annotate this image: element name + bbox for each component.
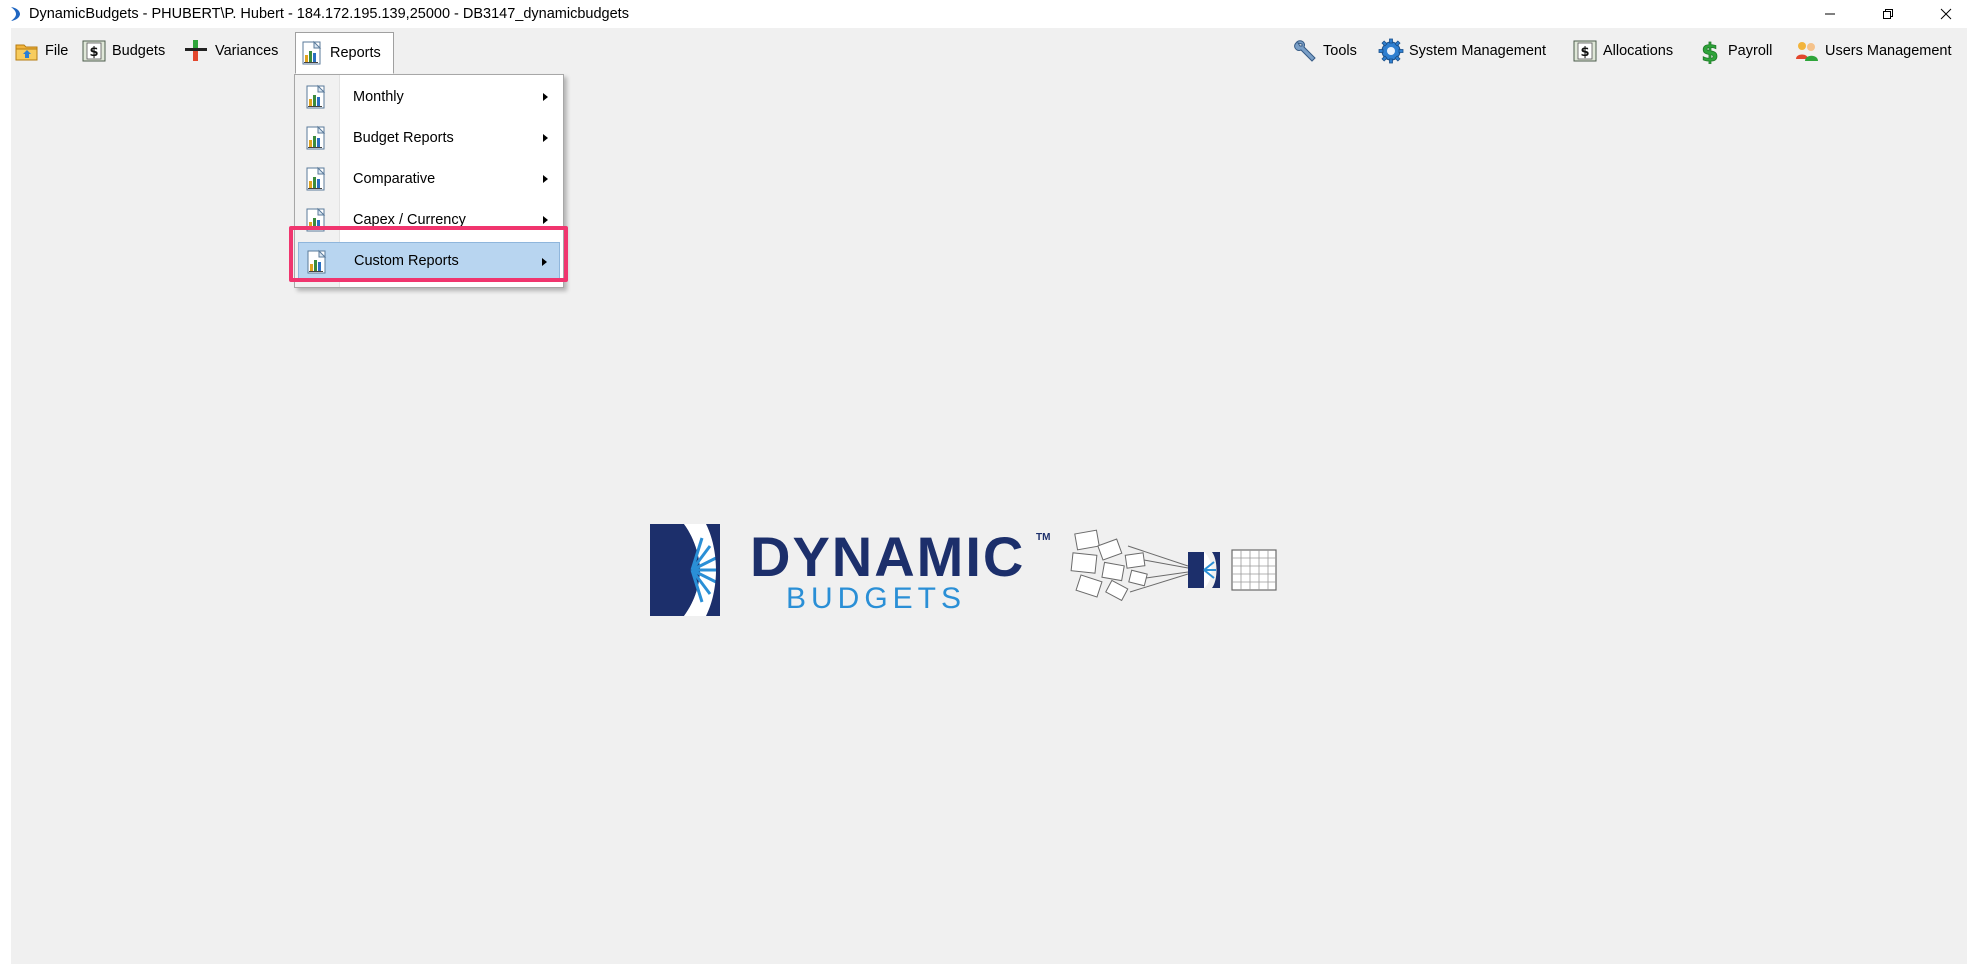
dynamic-budgets-app-icon <box>11 7 20 21</box>
svg-text:$: $ <box>1701 38 1718 64</box>
menu-reports-label: Reports <box>330 45 381 61</box>
users-icon <box>1796 42 1818 61</box>
logo-grid-sheet <box>1231 549 1277 591</box>
dollar-sheet-icon <box>81 38 107 64</box>
report-chart-icon <box>303 84 329 110</box>
report-chart-icon <box>303 166 329 192</box>
report-chart-icon <box>303 125 329 151</box>
logo-swirl-mark <box>650 524 720 616</box>
menu-item-comparative[interactable]: Comparative <box>298 160 560 198</box>
menu-variances[interactable]: Variances <box>181 34 282 68</box>
menu-users-management[interactable]: Users Management <box>1791 34 1956 68</box>
logo-budgets-text: BUDGETS <box>786 582 966 615</box>
window-title: DynamicBudgets - PHUBERT\P. Hubert - 184… <box>29 6 629 22</box>
menu-allocations[interactable]: Allocations <box>1569 34 1677 68</box>
menu-tools[interactable]: Tools <box>1289 34 1361 68</box>
restore-icon <box>1883 9 1893 19</box>
menu-tools-label: Tools <box>1323 43 1357 59</box>
menu-item-monthly[interactable]: Monthly <box>298 78 560 116</box>
report-chart-icon <box>299 40 325 66</box>
menu-users-management-label: Users Management <box>1825 43 1952 59</box>
menu-system-management-label: System Management <box>1409 43 1547 59</box>
dynamic-budgets-logo: DYNAMIC TM BUDGETS <box>650 524 1277 616</box>
title-bar: DynamicBudgets - PHUBERT\P. Hubert - 184… <box>0 0 1975 28</box>
menu-variances-label: Variances <box>215 43 279 59</box>
menu-payroll-label: Payroll <box>1728 43 1773 59</box>
menu-budgets-label: Budgets <box>112 43 166 59</box>
dollar-sheet-icon <box>1572 38 1598 64</box>
main-menubar: File Budgets Variances Reports Tools Sys… <box>11 28 1967 74</box>
menu-file-label: File <box>45 43 69 59</box>
dollar-sign-icon: $ <box>1701 38 1719 64</box>
submenu-arrow-icon <box>543 175 548 183</box>
plus-minus-icon <box>185 40 207 61</box>
logo-sheets-graphic <box>1070 529 1189 602</box>
folder-icon <box>15 44 38 61</box>
submenu-arrow-icon <box>543 93 548 101</box>
menu-budgets[interactable]: Budgets <box>78 34 169 68</box>
menu-reports[interactable]: Reports <box>295 32 394 74</box>
window-controls <box>1801 0 1975 28</box>
submenu-arrow-icon <box>543 216 548 224</box>
menu-item-monthly-label: Monthly <box>353 89 404 105</box>
gear-icon <box>1378 38 1404 64</box>
restore-button[interactable] <box>1859 0 1917 28</box>
logo-trademark: TM <box>1036 532 1050 543</box>
close-icon <box>1940 8 1952 20</box>
close-button[interactable] <box>1917 0 1975 28</box>
wrench-icon <box>1294 40 1316 62</box>
menu-system-management[interactable]: System Management <box>1375 34 1550 68</box>
menu-item-budget-reports[interactable]: Budget Reports <box>298 119 560 157</box>
logo-dynamic-text: DYNAMIC <box>750 525 1025 588</box>
highlight-annotation-box <box>289 226 568 282</box>
submenu-arrow-icon <box>543 134 548 142</box>
menu-payroll[interactable]: $ Payroll <box>1694 34 1776 68</box>
minimize-icon <box>1825 13 1835 15</box>
menu-item-comparative-label: Comparative <box>353 171 436 187</box>
logo-small-swirl <box>1188 552 1220 588</box>
menu-allocations-label: Allocations <box>1603 43 1674 59</box>
minimize-button[interactable] <box>1801 0 1859 28</box>
menu-item-budget-reports-label: Budget Reports <box>353 130 454 146</box>
menu-file[interactable]: File <box>11 34 72 68</box>
